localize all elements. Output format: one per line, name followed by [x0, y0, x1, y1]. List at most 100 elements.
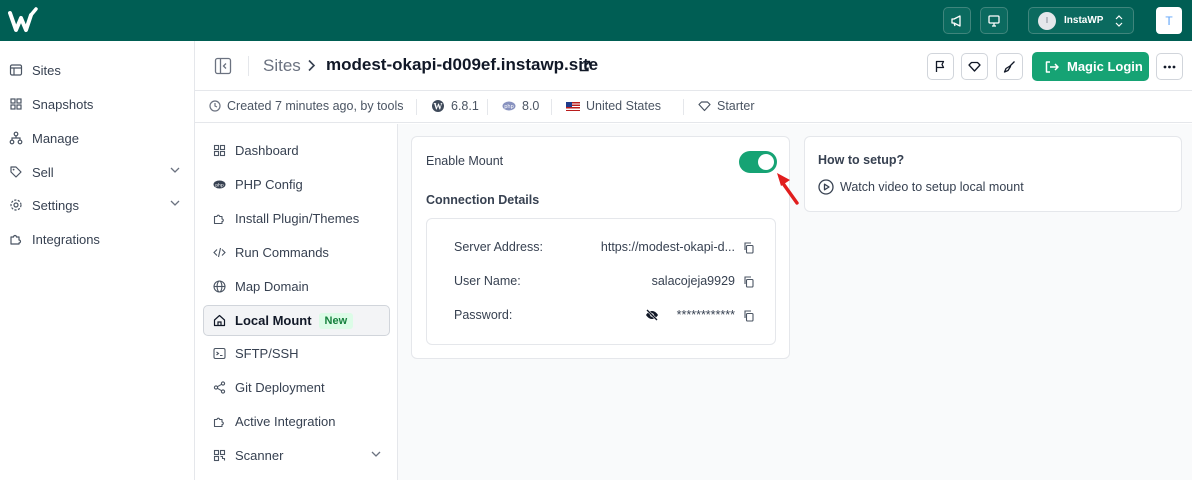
breadcrumb-sites[interactable]: Sites: [263, 56, 301, 76]
sidebar-item-label: Sites: [32, 62, 61, 78]
user-avatar[interactable]: T: [1156, 7, 1182, 34]
eye-off-icon[interactable]: [645, 309, 659, 321]
copy-icon[interactable]: [743, 276, 754, 288]
server-address-value: https://modest-okapi-d...: [600, 240, 735, 254]
login-icon: [1045, 60, 1059, 73]
feedback-button[interactable]: [980, 7, 1008, 34]
sitemap-icon: [9, 131, 23, 145]
created-info: Created 7 minutes ago, by tools: [209, 99, 404, 113]
puzzle-icon: [213, 214, 224, 225]
wordpress-version: W 6.8.1: [431, 99, 479, 113]
flag-icon: [935, 60, 945, 72]
sidebar-item-settings[interactable]: Settings: [0, 191, 194, 219]
subnav-item-git-deployment[interactable]: Git Deployment: [203, 372, 390, 403]
flag-button[interactable]: [927, 53, 954, 80]
copy-icon[interactable]: [743, 310, 754, 322]
php-version: php 8.0: [502, 99, 539, 113]
account-name: InstaWP: [1064, 15, 1104, 26]
git-branch-icon: [213, 381, 226, 394]
us-flag-icon: [566, 101, 580, 111]
server-address-label: Server Address:: [454, 240, 543, 254]
account-switcher[interactable]: I InstaWP: [1028, 7, 1134, 34]
chevron-down-icon: [170, 200, 180, 206]
enable-mount-toggle[interactable]: [739, 151, 777, 173]
clean-cache-button[interactable]: [996, 53, 1023, 80]
copy-icon[interactable]: [743, 242, 754, 254]
watch-video-link[interactable]: Watch video to setup local mount: [818, 179, 1024, 195]
diamond-icon: [968, 61, 981, 72]
broom-icon: [1003, 61, 1015, 73]
more-options-button[interactable]: [1156, 53, 1183, 80]
sidebar-item-sell[interactable]: Sell: [0, 158, 194, 186]
how-to-setup-title: How to setup?: [818, 153, 905, 167]
announcements-button[interactable]: [943, 7, 971, 34]
gear-icon: [10, 199, 22, 211]
svg-text:php: php: [504, 104, 514, 110]
avatar: I: [1038, 11, 1056, 30]
page-title: modest-okapi-d009ef.instawp.site: [326, 55, 599, 74]
sidebar-item-integrations[interactable]: Integrations: [0, 225, 194, 253]
external-link-icon[interactable]: [579, 60, 591, 72]
sidebar-item-label: Snapshots: [32, 96, 94, 112]
code-icon: [213, 247, 226, 258]
globe-icon: [213, 280, 226, 293]
subnav-item-sftp-ssh[interactable]: SFTP/SSH: [203, 338, 390, 369]
subnav-item-install-plugin-themes[interactable]: Install Plugin/Themes: [203, 203, 390, 234]
subnav-item-scanner[interactable]: Scanner: [203, 440, 390, 471]
collapse-sidebar-button[interactable]: [214, 57, 232, 75]
terminal-icon: [213, 347, 226, 360]
presentation-icon: [988, 14, 1000, 27]
magic-login-button[interactable]: Magic Login: [1032, 52, 1149, 81]
divider: [683, 99, 684, 115]
sidebar-item-sites[interactable]: Sites: [0, 56, 194, 84]
divider: [416, 99, 417, 115]
subnav-item-map-domain[interactable]: Map Domain: [203, 271, 390, 302]
local-mount-card: Enable Mount Connection Details Server A…: [411, 136, 799, 359]
chevron-down-icon: [170, 167, 180, 173]
chevron-down-icon: [371, 451, 381, 457]
sidebar-item-label: Settings: [32, 197, 79, 213]
subnav-item-dashboard[interactable]: Dashboard: [203, 135, 390, 166]
sidebar: Sites Snapshots Manage Sell Settings Int…: [0, 41, 195, 480]
sidebar-item-label: Manage: [32, 130, 79, 146]
divider: [487, 99, 488, 115]
dashboard-icon: [213, 144, 226, 157]
user-name-value: salacojeja9929: [651, 274, 735, 288]
svg-text:php: php: [215, 182, 224, 188]
connection-details-box: Server Address: https://modest-okapi-d..…: [426, 218, 776, 345]
password-value: ************: [676, 308, 735, 322]
php-icon: php: [502, 101, 516, 111]
more-horizontal-icon: [1163, 65, 1176, 68]
region-info: United States: [566, 99, 661, 113]
subnav-item-active-integration[interactable]: Active Integration: [203, 406, 390, 437]
main-content: Enable Mount Connection Details Server A…: [398, 124, 1192, 480]
subnav-item-php-config[interactable]: php PHP Config: [203, 169, 390, 200]
enable-mount-label: Enable Mount: [426, 154, 504, 168]
annotation-arrow-icon: [777, 173, 799, 205]
toggle-knob: [758, 154, 774, 170]
new-badge: New: [318, 312, 354, 329]
play-circle-icon: [818, 179, 834, 195]
puzzle-icon: [213, 417, 224, 428]
sidebar-item-label: Sell: [32, 164, 54, 180]
subnav-item-run-commands[interactable]: Run Commands: [203, 237, 390, 268]
sidebar-item-snapshots[interactable]: Snapshots: [0, 90, 194, 118]
magic-login-label: Magic Login: [1067, 59, 1143, 74]
how-to-setup-card: How to setup? Watch video to setup local…: [804, 136, 1182, 212]
diamond-icon: [698, 101, 711, 112]
sidebar-toggle-icon: [214, 57, 232, 75]
chevron-right-icon: [308, 59, 316, 72]
user-name-label: User Name:: [454, 274, 521, 288]
plan-button[interactable]: [961, 53, 988, 80]
sidebar-item-manage[interactable]: Manage: [0, 124, 194, 152]
subnav-item-local-mount[interactable]: Local Mount New: [203, 305, 390, 336]
password-label: Password:: [454, 308, 513, 322]
puzzle-icon: [10, 234, 22, 245]
clock-icon: [209, 100, 221, 112]
divider: [551, 99, 552, 115]
instawp-logo-icon[interactable]: [8, 6, 40, 34]
chevron-up-down-icon: [1115, 15, 1123, 27]
tag-icon: [10, 166, 22, 178]
php-icon: php: [213, 180, 226, 189]
qr-scanner-icon: [213, 449, 226, 462]
